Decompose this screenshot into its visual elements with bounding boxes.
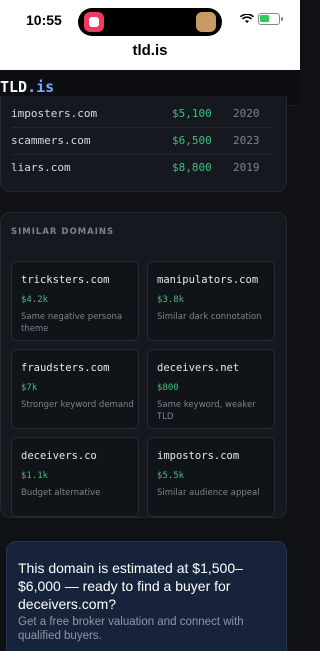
sale-domain: imposters.com [11, 107, 98, 120]
similar-domain-value: $7k [21, 383, 38, 393]
url-bar[interactable]: tld.is [0, 38, 300, 70]
similar-domain-note: Stronger keyword demand [21, 400, 134, 410]
sale-domain: scammers.com [11, 134, 91, 147]
similar-domain-card[interactable]: tricksters.com $4.2k Same negative perso… [11, 261, 139, 341]
site-logo[interactable]: TLD.is [0, 78, 54, 96]
similar-domain-name[interactable]: tricksters.com [21, 274, 110, 286]
comparable-sales-card: imposters.com $5,100 2020 scammers.com $… [0, 96, 287, 192]
dynamic-island [78, 8, 222, 36]
similar-domain-name[interactable]: deceivers.co [21, 450, 97, 462]
status-time: 10:55 [26, 12, 62, 28]
sale-price: $6,500 [172, 134, 212, 147]
section-title: SIMILAR DOMAINS [11, 227, 115, 237]
logo-text: TLD [0, 78, 28, 96]
broker-cta-card[interactable]: This domain is estimated at $1,500–$6,00… [6, 541, 287, 651]
status-bar: 10:55 [0, 0, 300, 38]
app-activity-icon [84, 12, 104, 32]
similar-domain-value: $3.8k [157, 295, 185, 305]
similar-domain-name[interactable]: fraudsters.com [21, 362, 110, 374]
sale-row: liars.com $8,800 2019 [11, 155, 273, 182]
sale-domain: liars.com [11, 161, 71, 174]
similar-domain-note: Similar audience appeal [157, 488, 260, 498]
similar-domain-value: $800 [157, 383, 179, 393]
similar-domain-name[interactable]: deceivers.net [157, 362, 239, 374]
similar-domain-card[interactable]: impostors.com $5.5k Similar audience app… [147, 437, 275, 517]
wifi-icon [240, 14, 254, 23]
battery-charging-icon [258, 13, 283, 25]
similar-domain-note: Same negative persona theme [21, 312, 123, 334]
contact-avatar-icon [196, 12, 216, 32]
logo-suffix: .is [27, 78, 55, 96]
similar-domain-card[interactable]: deceivers.net $800 Same keyword, weaker … [147, 349, 275, 429]
similar-domain-card[interactable]: deceivers.co $1.1k Budget alternative [11, 437, 139, 517]
url-text[interactable]: tld.is [132, 42, 167, 59]
sale-year: 2023 [233, 134, 260, 147]
similar-domain-name[interactable]: manipulators.com [157, 274, 258, 286]
cta-subtext: Get a free broker valuation and connect … [18, 616, 244, 642]
similar-domain-note: Similar dark connotation [157, 312, 262, 322]
similar-domain-card[interactable]: manipulators.com $3.8k Similar dark conn… [147, 261, 275, 341]
sale-year: 2020 [233, 107, 260, 120]
similar-domain-name[interactable]: impostors.com [157, 450, 239, 462]
sale-row: scammers.com $6,500 2023 [11, 128, 273, 155]
similar-domain-value: $4.2k [21, 295, 49, 305]
sale-price: $8,800 [172, 161, 212, 174]
cta-headline: This domain is estimated at $1,500–$6,00… [18, 560, 243, 612]
similar-domains-card: SIMILAR DOMAINS tricksters.com $4.2k Sam… [0, 212, 287, 518]
similar-domain-card[interactable]: fraudsters.com $7k Stronger keyword dema… [11, 349, 139, 429]
sale-year: 2019 [233, 161, 260, 174]
sale-price: $5,100 [172, 107, 212, 120]
similar-domain-note: Budget alternative [21, 488, 101, 498]
similar-domain-value: $1.1k [21, 471, 49, 481]
similar-domain-note: Same keyword, weaker TLD [157, 400, 256, 422]
similar-domain-value: $5.5k [157, 471, 185, 481]
sale-row: imposters.com $5,100 2020 [11, 101, 273, 128]
